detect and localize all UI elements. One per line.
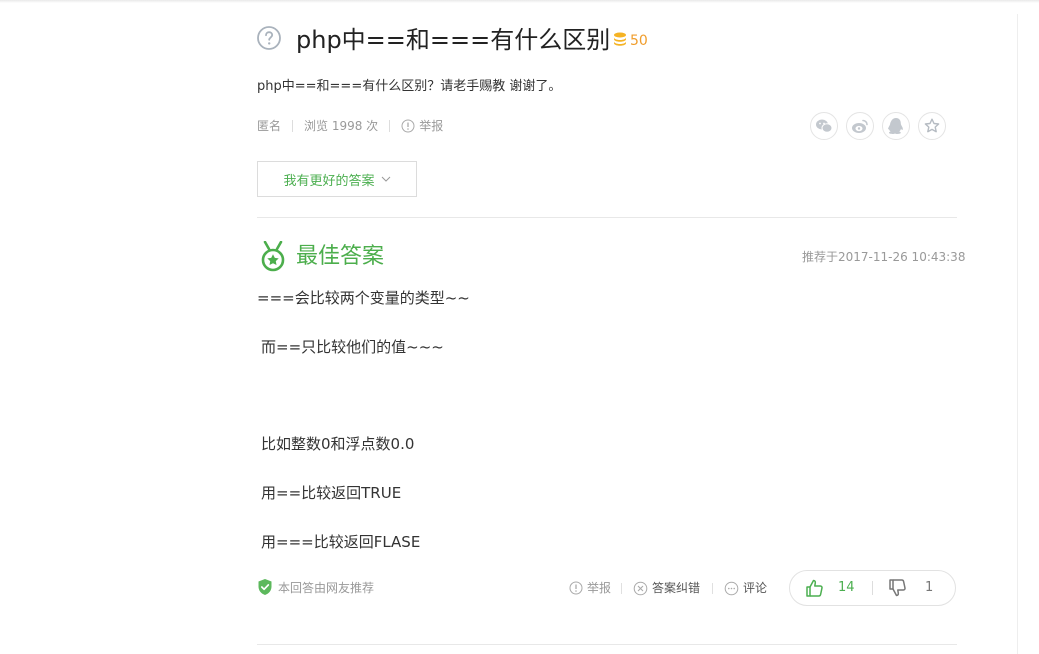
medal-icon xyxy=(261,241,285,272)
report-icon xyxy=(401,119,415,133)
share-qq-button[interactable] xyxy=(882,112,910,140)
top-shadow xyxy=(0,0,1039,3)
qq-icon xyxy=(888,118,903,134)
coin-icon xyxy=(614,32,626,46)
vote-separator xyxy=(872,581,873,595)
vote-box: 14 1 xyxy=(789,570,956,606)
reward-amount: 50 xyxy=(630,33,648,49)
question-circle-icon xyxy=(257,26,281,50)
answer-line: 用===比较返回FLASE xyxy=(261,533,421,551)
meta-separator xyxy=(389,120,391,132)
comment-label: 评论 xyxy=(743,581,768,595)
right-border xyxy=(1017,14,1018,654)
thumbs-up-icon[interactable] xyxy=(805,578,825,598)
upvote-count: 14 xyxy=(838,580,855,595)
share-weibo-button[interactable] xyxy=(846,112,874,140)
question-description: php中==和===有什么区别？请老手赐教 谢谢了。 xyxy=(257,79,562,94)
answer-line: 比如整数0和浮点数0.0 xyxy=(261,435,415,453)
answer-correct-link[interactable]: 答案纠错 xyxy=(633,580,700,596)
answer-line: 用==比较返回TRUE xyxy=(261,484,402,502)
question-title: php中==和===有什么区别 xyxy=(296,26,611,54)
answer-report-link[interactable]: 举报 xyxy=(569,580,611,596)
recommended-by-text: 本回答由网友推荐 xyxy=(278,581,375,595)
footer-separator xyxy=(712,583,713,594)
share-wechat-button[interactable] xyxy=(810,112,838,140)
best-answer-heading: 最佳答案 xyxy=(296,244,385,269)
report-label: 举报 xyxy=(419,119,444,133)
weibo-icon xyxy=(852,119,868,133)
comment-icon xyxy=(724,581,739,595)
question-meta: 匿名 浏览 1998 次 举报 xyxy=(257,117,443,135)
correct-error-icon xyxy=(633,581,648,595)
recommended-time: 推荐于2017-11-26 10:43:38 xyxy=(802,250,966,264)
better-answer-label: 我有更好的答案 xyxy=(283,173,375,189)
section-divider xyxy=(257,217,957,218)
author-name: 匿名 xyxy=(257,119,282,133)
meta-separator xyxy=(292,120,294,132)
answer-line: 而==只比较他们的值~~~ xyxy=(261,338,444,356)
chevron-down-icon xyxy=(381,176,390,182)
report-link[interactable]: 举报 xyxy=(401,117,443,135)
answer-report-label: 举报 xyxy=(587,581,612,595)
report-icon xyxy=(569,581,583,595)
downvote-count: 1 xyxy=(925,580,934,595)
answer-line: ===会比较两个变量的类型~~ xyxy=(257,289,470,307)
favorite-button[interactable] xyxy=(918,112,946,140)
shield-check-icon xyxy=(258,579,272,595)
better-answer-button[interactable]: 我有更好的答案 xyxy=(257,161,417,197)
favorite-star-icon xyxy=(924,118,940,133)
comment-link[interactable]: 评论 xyxy=(724,580,767,596)
footer-separator xyxy=(621,583,622,594)
view-count: 浏览 1998 次 xyxy=(304,119,379,133)
section-divider xyxy=(257,644,957,645)
answer-correct-label: 答案纠错 xyxy=(652,581,701,595)
thumbs-down-icon[interactable] xyxy=(888,578,908,598)
wechat-icon xyxy=(816,119,833,133)
